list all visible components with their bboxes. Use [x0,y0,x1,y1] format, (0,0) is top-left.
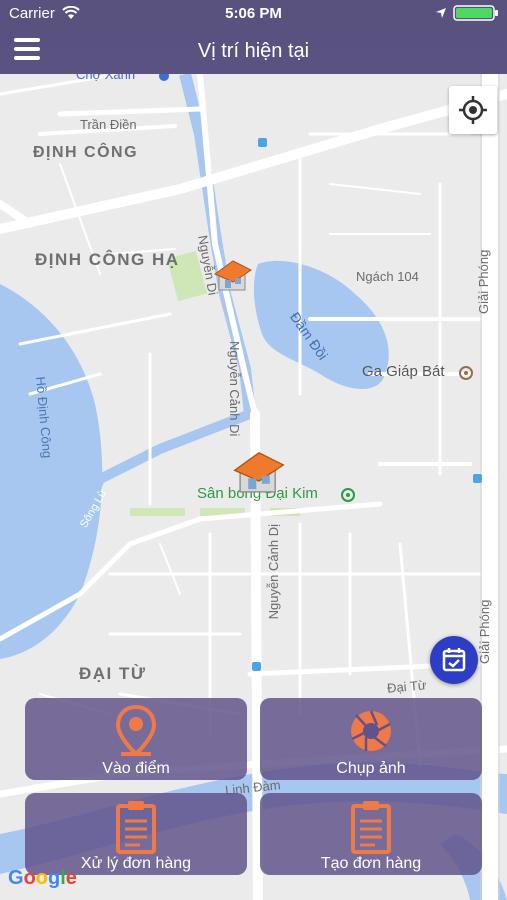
map-pin-icon [115,704,157,757]
map-label-cho-xanh: Chợ Xanh [76,74,136,82]
check-in-button[interactable]: Vào điểm [25,698,247,780]
map-label-ga-giap-bat: Ga Giáp Bát [362,363,445,380]
map-label-giai-phong-top: Giải Phóng [476,249,491,314]
district-dinh-cong: ĐỊNH CÔNG [33,144,139,161]
camera-aperture-icon [351,710,391,751]
map-label-nguyen-canh-di-low: Nguyễn Cảnh Dị [266,524,281,620]
calendar-button[interactable] [430,636,478,684]
station-marker-icon [459,366,473,380]
district-dai-tu: ĐẠI TỪ [79,664,147,683]
map-label-giai-phong-bottom: Giải Phóng [477,599,492,664]
district-dinh-cong-ha: ĐỊNH CÔNG HẠ [35,250,180,269]
page-title: Vị trí hiện tại [197,40,310,62]
check-in-label: Vào điểm [102,760,170,777]
map-label-ngach-104: Ngách 104 [356,269,419,284]
clipboard-icon [116,801,156,854]
take-photo-button[interactable]: Chụp ảnh [260,698,482,780]
store-marker-icon[interactable] [232,446,286,500]
store-marker-icon[interactable] [213,256,253,296]
clock: 5:06 PM [225,5,282,22]
clipboard-icon [351,801,391,854]
my-location-button[interactable] [449,86,497,134]
battery-icon [453,5,498,21]
status-bar: Carrier 5:06 PM [0,0,507,28]
create-order-label: Tạo đơn hàng [320,855,422,872]
calendar-check-icon [442,648,466,672]
create-order-button[interactable]: Tạo đơn hàng [260,793,482,875]
map-label-nguyen-canh-di: Nguyễn Cảnh Di [227,341,242,437]
google-logo: Google [8,867,77,889]
map-label-tran-dien: Trần Điền [80,117,137,132]
crosshair-icon [459,96,487,124]
location-arrow-icon [436,8,446,18]
poi-marker-icon [159,74,169,81]
take-photo-label: Chụp ảnh [336,760,406,777]
process-order-button[interactable]: Xử lý đơn hàng [25,793,247,875]
nav-bar: Vị trí hiện tại [0,28,507,74]
park-marker-icon [341,488,355,502]
